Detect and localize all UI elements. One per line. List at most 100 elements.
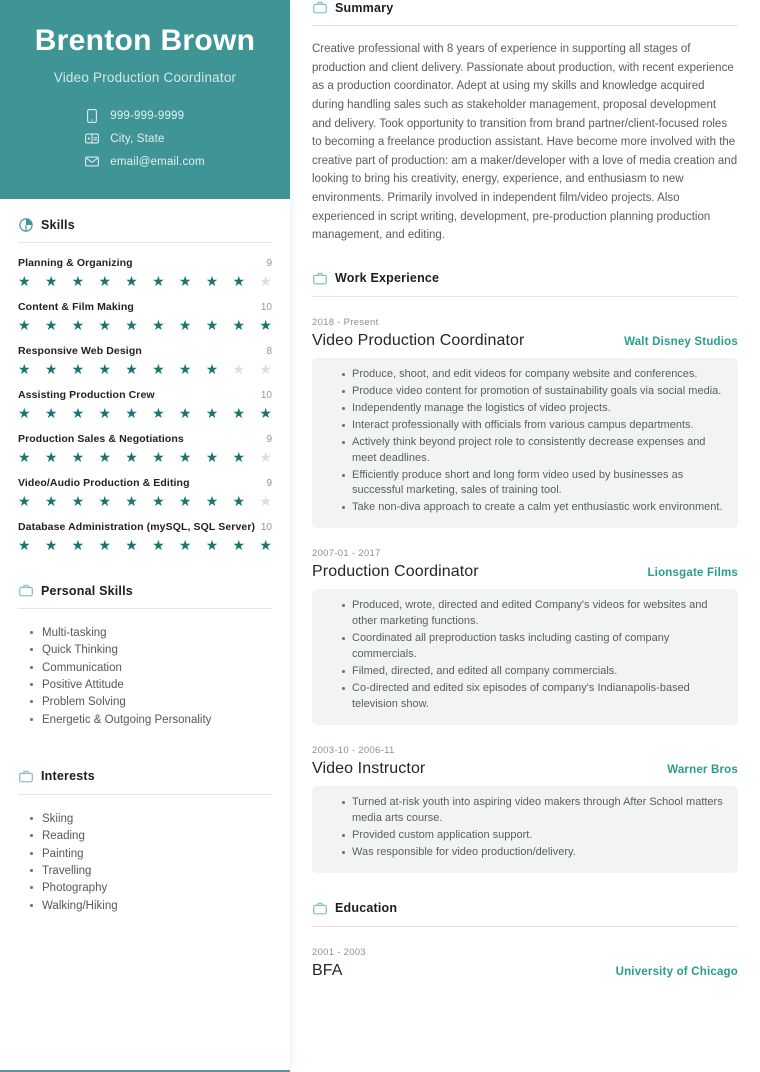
skill-item: Video/Audio Production & Editing 9 ★ ★ ★ ★ ★ ★ ★… bbox=[18, 477, 272, 508]
job-entry: 2003-10 - 2006-11 Video Instructor Warner … bbox=[312, 745, 738, 873]
job-header: Production Coordinator Lionsgate Films bbox=[312, 563, 738, 581]
interests-list: Skiing Reading Painting Travelling Photograp… bbox=[0, 795, 290, 915]
interest-item: Skiing bbox=[30, 811, 272, 827]
star-icon: ★ bbox=[44, 449, 58, 465]
star-icon: ★ bbox=[125, 361, 138, 377]
job-bullet-list: Turned at-risk youth into aspiring video… bbox=[326, 795, 724, 861]
job-header: Video Production Coordinator Walt Disney … bbox=[312, 332, 738, 350]
job-date: 2003-10 - 2006-11 bbox=[312, 744, 395, 756]
star-icon: ★ bbox=[259, 449, 272, 465]
skill-score: 10 bbox=[260, 390, 272, 401]
star-icon: ★ bbox=[71, 361, 85, 377]
briefcase-icon bbox=[18, 583, 33, 598]
job-company: Warner Bros bbox=[667, 763, 738, 776]
star-icon: ★ bbox=[259, 361, 272, 377]
skill-score: 9 bbox=[266, 434, 272, 445]
interests-section-title: Interests bbox=[41, 769, 95, 784]
education-section-divider bbox=[312, 925, 738, 927]
interest-item: Photography bbox=[30, 880, 272, 896]
location-icon bbox=[85, 132, 100, 146]
personal-skill-item: Communication bbox=[30, 660, 272, 676]
skill-star-rating: ★ ★ ★ ★ ★ ★ ★ ★ ★ ★ bbox=[18, 406, 272, 420]
skill-star-rating: ★ ★ ★ ★ ★ ★ ★ ★ ★ ★ bbox=[18, 450, 272, 464]
star-icon: ★ bbox=[125, 449, 138, 465]
contact-phone[interactable]: 999-999-9999 bbox=[85, 108, 205, 123]
skill-name: Video/Audio Production & Editing bbox=[18, 477, 190, 489]
skill-star-rating: ★ ★ ★ ★ ★ ★ ★ ★ ★ ★ bbox=[18, 362, 272, 376]
job-responsibilities-box: Produce, shoot, and edit videos for comp… bbox=[312, 357, 738, 529]
star-icon: ★ bbox=[125, 405, 138, 421]
job-bullet: Independently manage the logistics of vi… bbox=[342, 401, 724, 417]
skill-header: Production Sales & Negotiations 9 bbox=[18, 433, 272, 445]
skill-score: 9 bbox=[266, 478, 272, 489]
star-icon: ★ bbox=[44, 317, 58, 333]
summary-section: Summary Creative professional with 8 yea… bbox=[312, 0, 738, 245]
skill-star-rating: ★ ★ ★ ★ ★ ★ ★ ★ ★ ★ bbox=[18, 494, 272, 508]
summary-text: Creative professional with 8 years of ex… bbox=[312, 43, 738, 242]
skills-list: Planning & Organizing 9 ★ ★ ★ ★ ★ ★ ★ ★ ★ ★ Content … bbox=[0, 243, 290, 565]
skill-header: Video/Audio Production & Editing 9 bbox=[18, 477, 272, 489]
star-icon: ★ bbox=[232, 537, 246, 553]
skill-name: Assisting Production Crew bbox=[18, 389, 155, 401]
candidate-role: Video Production Coordinator bbox=[53, 69, 237, 85]
job-header: Video Instructor Warner Bros bbox=[312, 760, 738, 778]
star-icon: ★ bbox=[18, 405, 31, 421]
job-entry: 2007-01 - 2017 Production Coordinator Lion… bbox=[312, 548, 738, 725]
job-bullet: Provided custom application support. bbox=[342, 828, 724, 844]
star-icon: ★ bbox=[71, 405, 85, 421]
job-bullet: Interact professionally with officials f… bbox=[342, 418, 724, 434]
summary-section-divider bbox=[312, 25, 738, 26]
job-bullet: Co-directed and edited six episodes of c… bbox=[342, 681, 724, 713]
star-icon: ★ bbox=[205, 273, 219, 289]
job-bullet-list: Produce, shoot, and edit videos for comp… bbox=[326, 367, 724, 516]
star-icon: ★ bbox=[232, 493, 246, 509]
skill-star-rating: ★ ★ ★ ★ ★ ★ ★ ★ ★ ★ bbox=[18, 274, 272, 288]
education-section: Education 2001 - 2003 BFA University of Ch… bbox=[312, 901, 738, 980]
job-bullet: Was responsible for video production/del… bbox=[342, 845, 724, 861]
education-section-header: Education bbox=[312, 901, 738, 916]
profile-header: Brenton Brown Video Production Coordinat… bbox=[0, 0, 290, 199]
job-date: 2007-01 - 2017 bbox=[312, 548, 381, 560]
star-icon: ★ bbox=[98, 361, 111, 377]
star-icon: ★ bbox=[98, 273, 111, 289]
personal-skills-section-title: Personal Skills bbox=[41, 583, 133, 598]
education-header: BFA University of Chicago bbox=[312, 962, 738, 980]
interest-item: Walking/Hiking bbox=[30, 898, 272, 914]
job-title: Video Production Coordinator bbox=[312, 331, 525, 349]
skill-name: Content & Film Making bbox=[18, 301, 134, 313]
education-entry: 2001 - 2003 BFA University of Chicago bbox=[312, 947, 738, 980]
personal-skill-item: Multi-tasking bbox=[30, 625, 272, 641]
star-icon: ★ bbox=[18, 537, 31, 553]
star-icon: ★ bbox=[178, 361, 192, 377]
star-icon: ★ bbox=[152, 537, 165, 553]
personal-skill-item: Quick Thinking bbox=[30, 642, 272, 658]
skill-header: Responsive Web Design 8 bbox=[18, 345, 272, 357]
star-icon: ★ bbox=[125, 317, 138, 333]
star-icon: ★ bbox=[178, 273, 192, 289]
star-icon: ★ bbox=[205, 405, 219, 421]
work-experience-section-title: Work Experience bbox=[335, 271, 440, 286]
star-icon: ★ bbox=[44, 361, 58, 377]
skills-section-title: Skills bbox=[41, 217, 75, 232]
star-icon: ★ bbox=[205, 537, 219, 553]
star-icon: ★ bbox=[98, 405, 111, 421]
skill-score: 10 bbox=[260, 302, 272, 313]
star-icon: ★ bbox=[259, 493, 272, 509]
personal-skills-section: Personal Skills bbox=[0, 565, 290, 609]
skill-score: 8 bbox=[266, 346, 272, 357]
email-icon bbox=[85, 155, 100, 169]
skill-item: Responsive Web Design 8 ★ ★ ★ ★ ★ ★ ★ ★ ★ ★ bbox=[18, 345, 272, 376]
star-icon: ★ bbox=[232, 273, 246, 289]
contact-location[interactable]: City, State bbox=[85, 132, 205, 146]
sidebar: Brenton Brown Video Production Coordinat… bbox=[0, 0, 290, 1072]
interest-item: Reading bbox=[30, 828, 272, 844]
personal-skills-list: Multi-tasking Quick Thinking Communication… bbox=[0, 609, 290, 729]
star-icon: ★ bbox=[18, 273, 31, 289]
star-icon: ★ bbox=[44, 405, 58, 421]
contact-email[interactable]: email@email.com bbox=[85, 155, 205, 169]
education-school: University of Chicago bbox=[615, 965, 738, 978]
personal-skill-item: Positive Attitude bbox=[30, 677, 272, 693]
briefcase-icon bbox=[312, 271, 327, 286]
interest-item: Painting bbox=[30, 846, 272, 862]
star-icon: ★ bbox=[232, 361, 246, 377]
